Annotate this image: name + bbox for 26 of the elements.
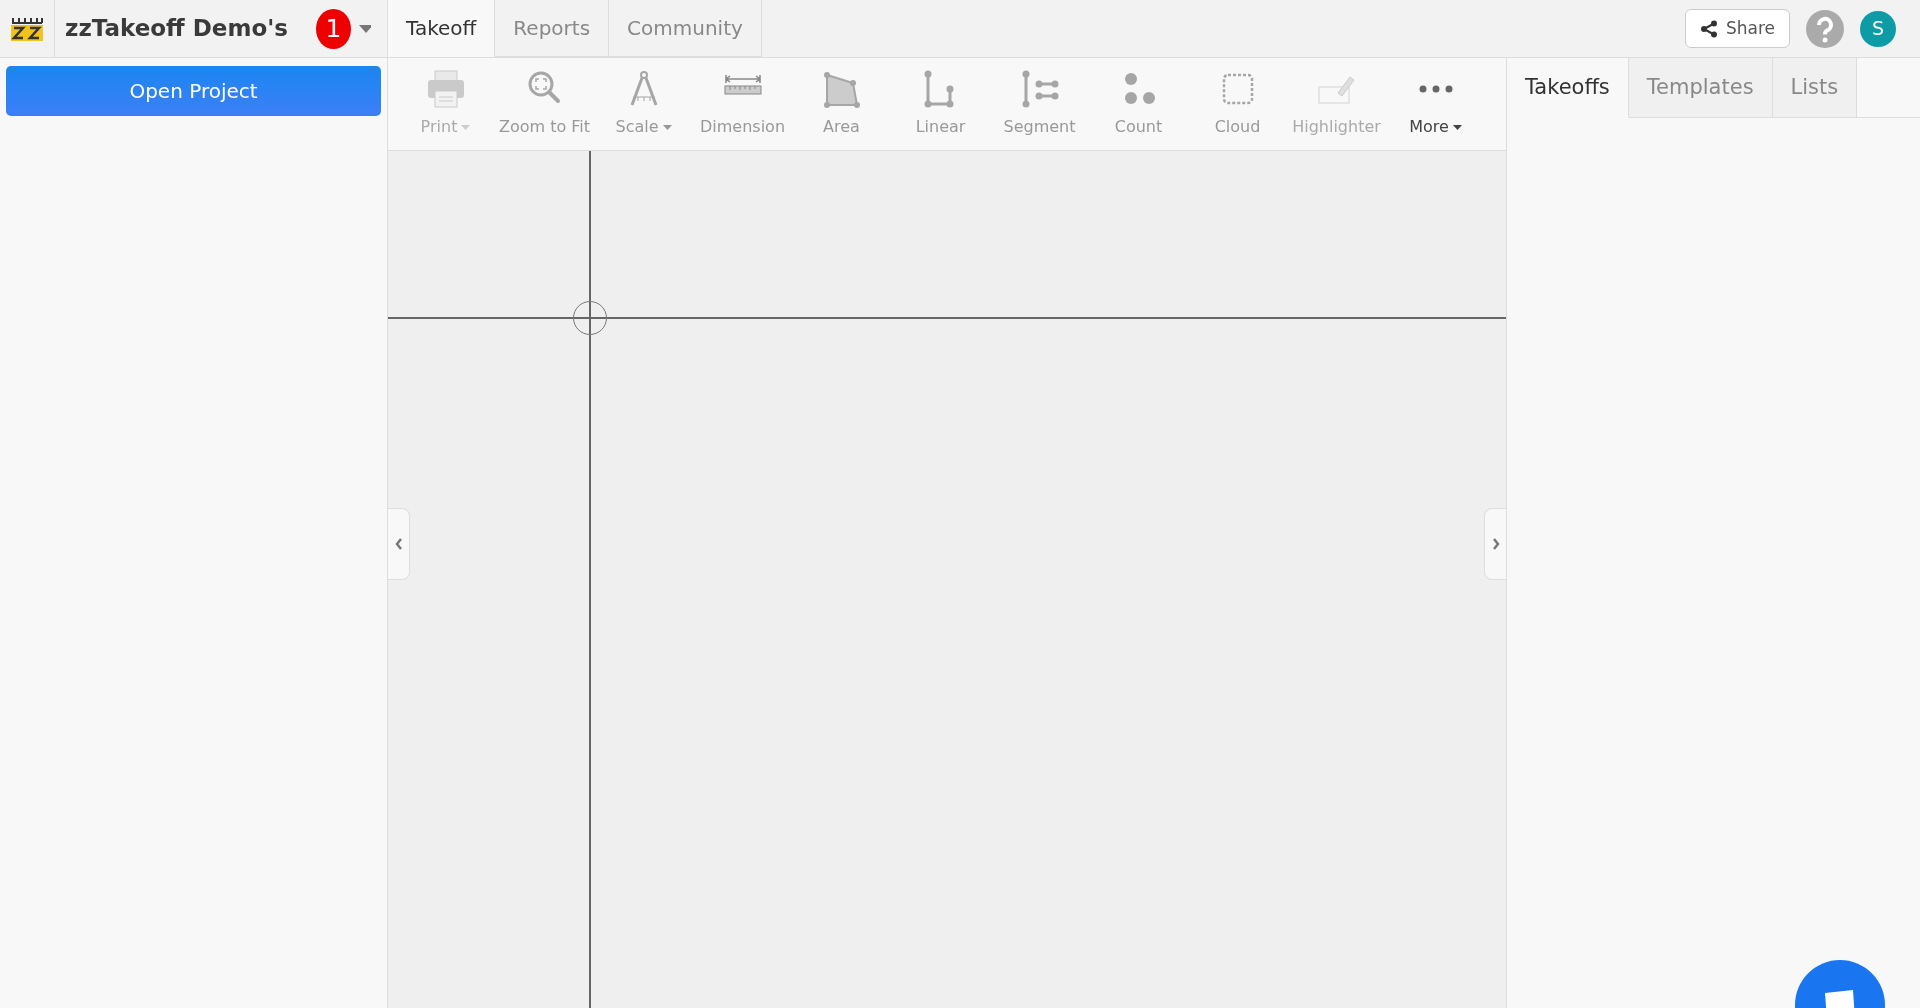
tab[interactable]: Community <box>609 0 762 57</box>
tab[interactable]: Lists <box>1772 58 1858 118</box>
tool-button[interactable]: Dimension <box>693 69 792 139</box>
collapse-right-handle[interactable] <box>1484 508 1506 580</box>
tab[interactable]: Templates <box>1628 58 1773 118</box>
tool-button[interactable]: Zoom to Fit <box>495 69 594 139</box>
user-avatar[interactable]: S <box>1860 10 1896 47</box>
tab[interactable]: Takeoffs <box>1507 58 1629 118</box>
share-icon <box>1699 19 1718 38</box>
help-icon[interactable] <box>1806 9 1844 48</box>
caret-icon[interactable] <box>358 24 371 33</box>
tool-button[interactable]: Count <box>1089 69 1188 139</box>
more-icon <box>1418 85 1453 93</box>
tool-button[interactable]: Segment <box>990 69 1089 139</box>
tool-button[interactable]: Cloud <box>1188 69 1287 139</box>
share-button[interactable]: Share <box>1684 8 1790 49</box>
tool-button[interactable]: More <box>1386 69 1485 139</box>
notification-badge: 1 <box>315 8 351 49</box>
tool-button[interactable]: Scale <box>594 69 693 139</box>
project-name: zzTakeoff Demo's <box>65 14 288 44</box>
open-project-button[interactable]: Open Project <box>6 66 381 116</box>
tab[interactable]: Reports <box>495 0 610 57</box>
tab[interactable]: Takeoff <box>388 0 496 57</box>
tool-button[interactable]: Area <box>792 69 891 139</box>
collapse-left-handle[interactable] <box>388 508 410 580</box>
tool-button[interactable]: Linear <box>891 69 990 139</box>
